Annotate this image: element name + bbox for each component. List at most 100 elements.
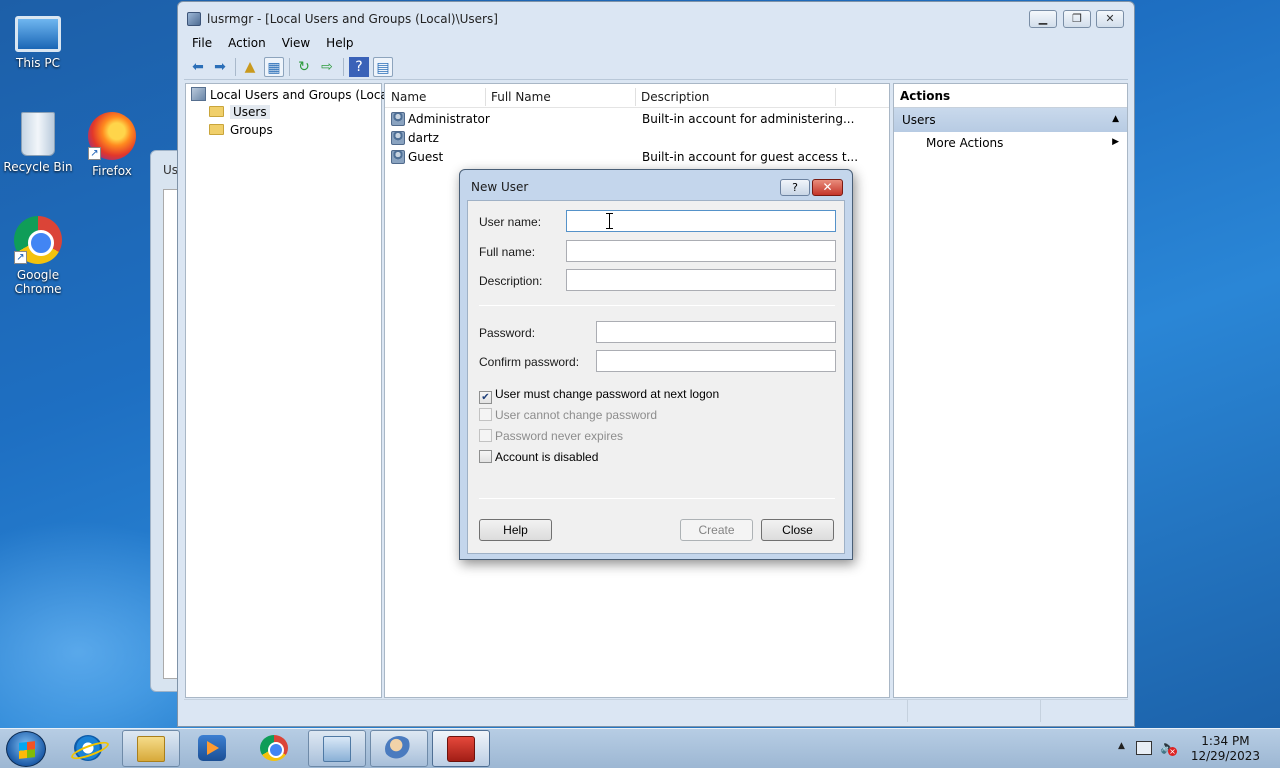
tree-item-groups[interactable]: Groups [209,123,273,137]
tree-item-label: Users [230,105,270,119]
user-name-cell: Guest [408,150,444,164]
menu-file[interactable]: File [184,34,220,52]
actions-section-users[interactable]: Users ▲ [894,108,1127,132]
confirm-password-label: Confirm password: [479,355,580,369]
checkbox-icon[interactable] [479,450,492,463]
more-actions-item[interactable]: More Actions [926,136,1003,150]
clock-date: 12/29/2023 [1190,749,1260,763]
show-hide-tree-icon[interactable]: ▦ [264,57,284,77]
restore-button[interactable]: ❐ [1063,10,1091,28]
tree-root[interactable]: Local Users and Groups (Local) [191,87,396,102]
show-hide-action-pane-icon[interactable]: ▤ [373,57,393,77]
show-hidden-icons-icon[interactable]: ▲ [1118,741,1125,751]
close-button[interactable]: Close [761,519,834,541]
cannot-change-password-checkbox: User cannot change password [479,408,657,422]
menu-action[interactable]: Action [220,34,274,52]
background-window-title: Us [163,163,179,177]
control-panel-icon [323,736,351,762]
folder-icon [209,124,224,135]
console-tree: Local Users and Groups (Local) Users Gro… [185,83,396,698]
menu-help[interactable]: Help [318,34,361,52]
help-button[interactable]: Help [479,519,552,541]
separator [479,498,835,499]
taskbar-users[interactable] [370,730,428,767]
desktop-icon-label: Recycle Bin [3,160,73,174]
status-divider [1040,700,1041,722]
column-divider[interactable] [635,88,636,106]
close-window-button[interactable]: ✕ [1096,10,1124,28]
column-header-name[interactable]: Name [391,90,426,104]
table-row[interactable]: dartz [385,129,889,148]
network-icon[interactable] [1136,741,1152,755]
submenu-arrow-icon: ▶ [1112,137,1119,147]
desktop-icon-google-chrome[interactable]: ↗ Google Chrome [0,216,76,296]
dialog-close-button[interactable]: ✕ [812,179,843,196]
description-input[interactable] [566,269,836,291]
taskbar-control-panel[interactable] [308,730,366,767]
collapse-arrow-icon[interactable]: ▲ [1112,114,1119,124]
table-row[interactable]: Administrator Built-in account for admin… [385,110,889,129]
full-name-label: Full name: [479,245,536,259]
status-divider [907,700,908,722]
checkbox-label: User cannot change password [495,408,658,422]
actions-section-label: Users [902,113,936,127]
desktop-icon-this-pc[interactable]: This PC [0,8,76,70]
dialog-help-button[interactable]: ? [780,179,810,196]
column-divider[interactable] [835,88,836,106]
column-header-full-name[interactable]: Full Name [491,90,551,104]
system-tray: ▲ 🔈 × 1:34 PM 12/29/2023 [1110,729,1280,768]
user-name-input[interactable] [566,210,836,232]
taskbar-media-player[interactable] [184,730,242,767]
status-bar [184,699,1128,722]
shortcut-arrow-icon: ↗ [88,147,101,160]
column-divider[interactable] [485,88,486,106]
table-row[interactable]: Guest Built-in account for guest access … [385,148,889,167]
desktop-icon-recycle-bin[interactable]: Recycle Bin [0,112,76,174]
user-account-icon [391,150,405,164]
taskbar-file-explorer[interactable] [122,730,180,767]
must-change-password-checkbox[interactable]: ✔ User must change password at next logon [479,387,719,404]
back-arrow-icon[interactable]: ⬅ [188,57,208,77]
column-header-description[interactable]: Description [641,90,709,104]
minimize-button[interactable]: ▁ [1029,10,1057,28]
create-button[interactable]: Create [680,519,753,541]
muted-icon: × [1168,747,1177,756]
export-list-icon[interactable]: ⇨ [317,57,337,77]
help-icon[interactable]: ? [349,57,369,77]
user-account-icon [391,112,405,126]
checkbox-label: Account is disabled [495,450,599,464]
account-disabled-checkbox[interactable]: Account is disabled [479,450,598,464]
list-header: Name Full Name Description [385,86,889,108]
user-description-cell: Built-in account for administering... [642,112,855,126]
desktop-icon-firefox[interactable]: ↗ Firefox [74,112,150,178]
up-folder-icon[interactable]: ▲ [240,57,260,77]
password-input[interactable] [596,321,836,343]
chrome-icon [260,735,288,761]
password-never-expires-checkbox: Password never expires [479,429,623,443]
taskbar-chrome[interactable] [246,730,304,767]
menu-view[interactable]: View [274,34,318,52]
user-name-cell: Administrator [408,112,490,126]
window-title: lusrmgr - [Local Users and Groups (Local… [207,12,498,26]
user-name-label: User name: [479,215,542,229]
forward-arrow-icon[interactable]: ➡ [210,57,230,77]
refresh-icon[interactable]: ↻ [294,57,314,77]
toolbar: ⬅ ➡ ▲ ▦ ↻ ⇨ ? ▤ [184,54,1128,80]
title-bar[interactable]: lusrmgr - [Local Users and Groups (Local… [178,2,1134,34]
user-name-cell: dartz [408,131,439,145]
taskbar: ▲ 🔈 × 1:34 PM 12/29/2023 [0,728,1280,768]
full-name-input[interactable] [566,240,836,262]
clock[interactable]: 1:34 PM 12/29/2023 [1191,734,1260,764]
users-groups-icon [187,12,201,26]
taskbar-lusrmgr[interactable] [432,730,490,767]
checkbox-checked-icon[interactable]: ✔ [479,391,492,404]
tree-root-label: Local Users and Groups (Local) [210,88,396,102]
taskbar-internet-explorer[interactable] [60,730,118,767]
tree-item-users[interactable]: Users [209,105,270,119]
text-cursor-icon [606,213,616,229]
start-button[interactable] [6,731,46,767]
actions-pane: Actions Users ▲ More Actions ▶ [893,83,1128,698]
toolbox-icon [447,736,475,762]
users-icon [385,736,413,762]
confirm-password-input[interactable] [596,350,836,372]
